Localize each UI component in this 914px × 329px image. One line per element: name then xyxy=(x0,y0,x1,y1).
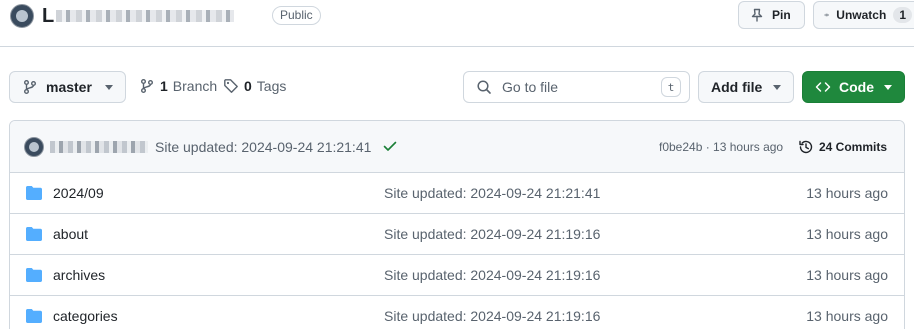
table-row[interactable]: archives Site updated: 2024-09-24 21:19:… xyxy=(10,255,904,296)
check-icon[interactable] xyxy=(382,138,398,154)
redacted-repo-name xyxy=(56,10,235,22)
file-table: Site updated: 2024-09-24 21:21:41 f0be24… xyxy=(9,120,905,329)
chevron-down-icon xyxy=(105,84,113,90)
go-to-file-input[interactable]: Go to file t xyxy=(463,71,690,103)
chevron-down-icon xyxy=(773,84,781,90)
unwatch-label: Unwatch xyxy=(836,8,887,22)
branches-link[interactable]: 1 Branch xyxy=(139,78,217,94)
unwatch-button[interactable]: Unwatch 1 xyxy=(813,1,914,29)
branches-count: 1 xyxy=(160,78,168,94)
table-row[interactable]: categories Site updated: 2024-09-24 21:1… xyxy=(10,296,904,329)
folder-icon xyxy=(26,268,42,282)
watch-count: 1 xyxy=(893,7,912,23)
commit-age: 13 hours ago xyxy=(806,308,888,324)
latest-commit-message[interactable]: Site updated: 2024-09-24 21:21:41 xyxy=(155,139,371,155)
owner-avatar[interactable] xyxy=(10,4,34,28)
pin-icon xyxy=(751,8,763,22)
code-button[interactable]: Code xyxy=(802,71,905,103)
branches-label: Branch xyxy=(172,78,218,94)
commits-count: 24 Commits xyxy=(819,140,888,154)
git-branch-icon xyxy=(141,79,153,93)
tags-count: 0 xyxy=(244,78,252,94)
branch-selector[interactable]: master xyxy=(9,71,126,103)
file-name[interactable]: about xyxy=(53,226,88,242)
repo-header: L Public Pin Unwatch 1 xyxy=(0,0,914,47)
table-row[interactable]: about Site updated: 2024-09-24 21:19:16 … xyxy=(10,214,904,255)
commit-message[interactable]: Site updated: 2024-09-24 21:19:16 xyxy=(384,267,600,283)
history-icon xyxy=(799,140,813,154)
search-placeholder: Go to file xyxy=(502,79,559,95)
file-name[interactable]: 2024/09 xyxy=(53,185,104,201)
pin-button[interactable]: Pin xyxy=(738,1,805,29)
commits-history-link[interactable]: 24 Commits xyxy=(798,139,887,155)
pin-label: Pin xyxy=(772,8,791,22)
repo-name-text[interactable]: L xyxy=(42,5,54,28)
commit-age: 13 hours ago xyxy=(806,267,888,283)
latest-commit-bar: Site updated: 2024-09-24 21:21:41 f0be24… xyxy=(10,121,904,173)
folder-icon xyxy=(26,227,42,241)
branch-name: master xyxy=(46,79,92,95)
code-label: Code xyxy=(839,79,874,95)
code-icon xyxy=(815,82,831,92)
add-file-label: Add file xyxy=(711,79,763,95)
git-branch-icon xyxy=(24,80,36,94)
commit-message[interactable]: Site updated: 2024-09-24 21:19:16 xyxy=(384,308,600,324)
keyboard-shortcut-hint: t xyxy=(661,77,681,97)
commit-message[interactable]: Site updated: 2024-09-24 21:21:41 xyxy=(384,185,600,201)
commit-age: 13 hours ago xyxy=(806,185,888,201)
repo-title[interactable]: L xyxy=(42,5,235,28)
file-name[interactable]: archives xyxy=(53,267,105,283)
chevron-down-icon xyxy=(884,84,892,90)
tags-label: Tags xyxy=(256,78,287,94)
folder-icon xyxy=(26,186,42,200)
folder-icon xyxy=(26,309,42,323)
file-name[interactable]: categories xyxy=(53,308,118,324)
commit-message[interactable]: Site updated: 2024-09-24 21:19:16 xyxy=(384,226,600,242)
eye-icon xyxy=(824,13,830,17)
add-file-button[interactable]: Add file xyxy=(698,71,794,103)
tag-icon xyxy=(224,79,238,93)
commit-age: 13 hours ago xyxy=(806,226,888,242)
table-row[interactable]: 2024/09 Site updated: 2024-09-24 21:21:4… xyxy=(10,173,904,214)
tags-link[interactable]: 0 Tags xyxy=(223,78,286,94)
redacted-commit-author[interactable] xyxy=(50,141,148,153)
commit-author-avatar[interactable] xyxy=(24,137,44,157)
commit-hash-and-time[interactable]: f0be24b · 13 hours ago xyxy=(659,140,783,154)
visibility-badge: Public xyxy=(272,6,321,25)
search-icon xyxy=(477,80,491,94)
